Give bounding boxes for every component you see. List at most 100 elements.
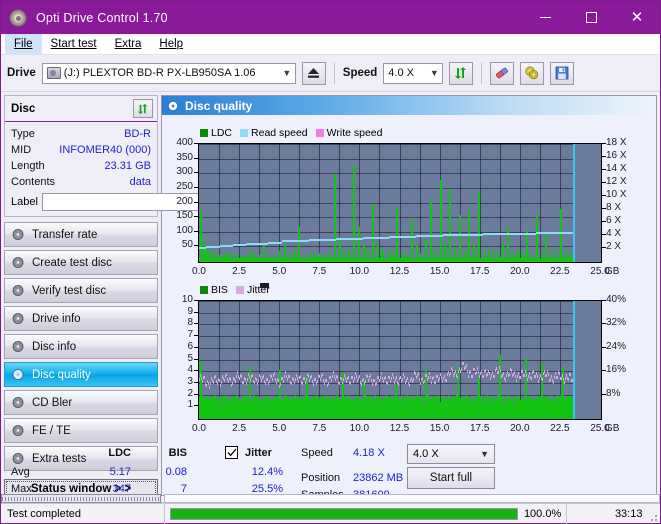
bis-bar <box>223 395 225 419</box>
bis-bar <box>205 395 207 419</box>
sidebar-item-fe-te[interactable]: FE / TE <box>4 418 158 443</box>
refresh-button[interactable] <box>449 61 474 85</box>
menu-start-test[interactable]: Start test <box>42 34 106 54</box>
sidebar-item-disc-info[interactable]: Disc info <box>4 334 158 359</box>
bis-bar <box>411 395 413 419</box>
ldc-bar <box>279 250 281 262</box>
sidebar-item-create-test-disc[interactable]: Create test disc <box>4 250 158 275</box>
jitter-point <box>429 372 430 375</box>
y2-axis-tick <box>602 247 606 248</box>
jitter-point <box>551 375 552 378</box>
sidebar-item-transfer-rate[interactable]: Transfer rate <box>4 222 158 247</box>
y-axis-tick-label: 50 <box>181 239 193 251</box>
sidebar-item-drive-info[interactable]: Drive info <box>4 306 158 331</box>
close-button[interactable]: ✕ <box>614 1 660 34</box>
y2-axis-tick-label: 16% <box>606 364 627 376</box>
ldc-bar <box>249 250 251 262</box>
drive-select[interactable]: (J:) PLEXTOR BD-R PX-LB950SA 1.06 ▼ <box>41 62 296 84</box>
jitter-point <box>291 382 292 385</box>
jitter-point <box>353 380 354 383</box>
x-axis-unit-label: GB <box>605 423 620 434</box>
jitter-point <box>555 372 556 375</box>
jitter-point <box>568 378 569 381</box>
jitter-point <box>525 370 526 373</box>
jitter-point <box>503 372 504 375</box>
maximize-button[interactable] <box>568 1 614 34</box>
ldc-bar <box>406 253 408 262</box>
bis-bar <box>395 383 397 419</box>
gridline-h <box>199 246 601 247</box>
minimize-button[interactable] <box>522 1 568 34</box>
chevron-down-icon: ▼ <box>429 68 439 78</box>
gridline-h <box>199 173 601 174</box>
disc-field-length-value: 23.31 GB <box>104 160 151 172</box>
test-speed-select[interactable]: 4.0 X ▼ <box>407 444 495 464</box>
jitter-point <box>544 370 545 373</box>
jitter-point <box>561 377 562 380</box>
ldc-bar <box>517 248 519 262</box>
legend-swatch <box>200 129 208 137</box>
bis-bar <box>566 395 568 419</box>
start-full-button[interactable]: Start full <box>407 467 495 489</box>
no-data-region <box>573 301 601 419</box>
jitter-point <box>485 369 486 372</box>
resize-grip[interactable] <box>648 504 660 524</box>
sidebar-item-label: Create test disc <box>32 256 112 269</box>
jitter-point <box>295 378 296 381</box>
eject-button[interactable] <box>301 61 326 85</box>
menu-file[interactable]: File <box>5 34 42 54</box>
chevron-down-icon: ▼ <box>282 68 292 78</box>
ldc-bar <box>244 255 246 262</box>
speed-select[interactable]: 4.0 X ▼ <box>383 62 444 84</box>
save-button[interactable] <box>550 61 575 85</box>
jitter-point <box>522 370 523 373</box>
discs-button[interactable] <box>520 61 545 85</box>
sidebar-item-cd-bler[interactable]: CD Bler <box>4 390 158 415</box>
eject-icon <box>308 68 320 78</box>
ldc-bar <box>319 253 321 262</box>
bis-bar <box>509 400 511 419</box>
disc-refresh-button[interactable] <box>133 99 153 118</box>
bis-bar <box>244 395 246 419</box>
app-disc-icon <box>9 8 27 27</box>
sidebar-item-verify-test-disc[interactable]: Verify test disc <box>4 278 158 303</box>
jitter-point <box>294 381 295 384</box>
legend-swatch <box>200 286 208 294</box>
jitter-point <box>433 376 434 379</box>
jitter-point <box>415 372 416 375</box>
y-axis-tick <box>194 346 198 348</box>
jitter-point <box>333 371 334 374</box>
content-scrollbar[interactable] <box>164 494 660 503</box>
status-progress-cell: 100.0% <box>165 503 568 524</box>
y-axis-tick <box>194 393 198 395</box>
jitter-point <box>531 377 532 380</box>
content-area: Disc quality LDC Read speed Write speed 50 1… <box>11 92 660 516</box>
jitter-point <box>342 381 343 384</box>
nav-list: Transfer rate Create test disc Verify te… <box>4 222 158 471</box>
menu-help[interactable]: Help <box>150 34 192 54</box>
ldc-bar <box>502 244 504 262</box>
sidebar-item-disc-quality[interactable]: Disc quality <box>4 362 158 387</box>
ldc-bar <box>411 218 413 262</box>
jitter-point <box>407 377 408 380</box>
sidebar-scrollbar[interactable] <box>1 494 161 503</box>
jitter-point <box>467 370 468 373</box>
erase-button[interactable] <box>490 61 515 85</box>
menu-extra[interactable]: Extra <box>106 34 151 54</box>
jitter-checkbox[interactable] <box>225 446 238 459</box>
disc-icon <box>12 369 24 380</box>
jitter-point <box>226 373 227 376</box>
jitter-point <box>237 371 238 374</box>
y2-axis-tick <box>602 323 606 325</box>
bis-bar <box>300 400 302 419</box>
bis-bar <box>332 395 334 419</box>
jitter-point <box>352 376 353 379</box>
status-text: Test completed <box>1 503 165 524</box>
jitter-point <box>437 375 438 378</box>
bis-bar <box>416 400 418 419</box>
jitter-point <box>280 383 281 386</box>
jitter-point <box>313 383 314 386</box>
disc-fields: Type BD-R MID INFOMER40 (000) Length 23.… <box>5 122 245 216</box>
bis-bar <box>483 395 485 419</box>
y-axis-tick-label: 10 <box>181 294 193 305</box>
